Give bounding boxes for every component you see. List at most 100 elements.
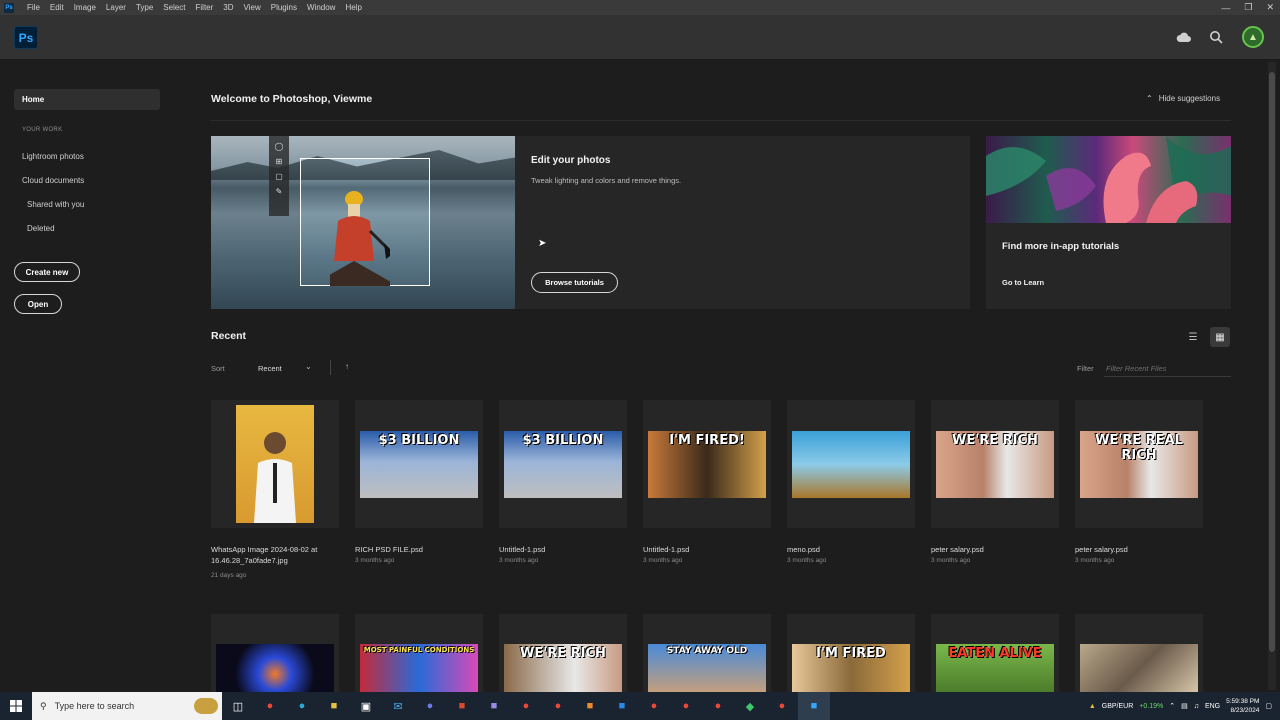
file-thumbnail[interactable]: WE'RE RICH [499,614,627,692]
file-name[interactable]: Untitled-1.psd [643,544,771,555]
office-icon[interactable]: ■ [446,692,478,720]
create-new-button[interactable]: Create new [14,262,80,282]
open-button[interactable]: Open [14,294,62,314]
discord-icon[interactable]: ● [414,692,446,720]
menu-view[interactable]: View [239,3,266,12]
premiere-icon[interactable]: ■ [478,692,510,720]
menu-help[interactable]: Help [340,3,366,12]
menu-type[interactable]: Type [131,3,158,12]
file-name[interactable]: Untitled-1.psd [499,544,627,555]
file-explorer-icon[interactable]: ■ [318,692,350,720]
recent-title: Recent [211,330,247,342]
app-icon[interactable]: ■ [574,692,606,720]
taskbar-search-input[interactable]: ⚲ Type here to search [32,692,222,720]
avatar[interactable]: ▲ [1242,26,1264,48]
menu-select[interactable]: Select [158,3,190,12]
search-icon[interactable] [1206,27,1226,47]
scrollbar-thumb[interactable] [1269,72,1275,652]
edge-icon[interactable]: ● [286,692,318,720]
file-name[interactable]: RICH PSD FILE.psd [355,544,483,555]
sidebar-item-lightroom-photos[interactable]: Lightroom photos [22,152,84,161]
store-icon[interactable]: ▣ [350,692,382,720]
cloud-icon[interactable] [1174,27,1194,47]
file-thumbnail[interactable]: STAY AWAY OLD [643,614,771,692]
photoshop-logo[interactable]: Ps [14,26,38,49]
brush-tool-icon[interactable]: ✎ [269,187,289,196]
frame-tool-icon[interactable]: ▢ [269,172,289,181]
lang-indicator[interactable]: ENG [1205,703,1220,710]
chrome-icon[interactable]: ● [670,692,702,720]
menu-filter[interactable]: Filter [191,3,219,12]
file-thumbnail[interactable] [211,614,339,692]
photoshop-taskbar-icon[interactable]: ■ [798,692,830,720]
grid-view-icon[interactable]: ▦ [1210,327,1230,347]
menu-image[interactable]: Image [69,3,101,12]
app-icon[interactable]: ■ [606,692,638,720]
filter-input[interactable] [1104,360,1231,377]
vertical-scrollbar[interactable] [1268,62,1276,690]
file-thumbnail[interactable] [1075,614,1203,692]
sidebar-item-home[interactable]: Home [14,89,160,110]
close-icon[interactable]: ✕ [1266,2,1274,13]
sort-direction-arrow-icon[interactable]: ↑ [345,362,349,371]
task-view-icon[interactable]: ◫ [222,692,254,720]
chrome-icon[interactable]: ● [766,692,798,720]
page-title: Welcome to Photoshop, Viewme [211,93,373,105]
thumbnail-caption: WE'RE REAL RICH [1095,432,1183,463]
taskbar-search-placeholder: Type here to search [54,701,135,711]
file-thumbnail[interactable]: $3 BILLION [499,400,627,528]
file-name[interactable]: peter salary.psd [931,544,1059,555]
menu-edit[interactable]: Edit [45,3,69,12]
menu-file[interactable]: File [22,3,45,12]
thumbnail-image [1080,644,1198,692]
browse-tutorials-button[interactable]: Browse tutorials [531,272,618,293]
file-name[interactable]: WhatsApp Image 2024-08-02 at 16.46.28_7a… [211,544,339,566]
chrome-icon[interactable]: ● [542,692,574,720]
restore-icon[interactable]: ❐ [1244,2,1252,13]
clock-date: 8/23/2024 [1230,707,1260,714]
chevron-up-icon[interactable]: ⌃ [1169,702,1175,710]
sidebar-item-deleted[interactable]: Deleted [27,224,55,233]
sort-select[interactable]: Recent [258,364,282,373]
app-header: Ps ▲ [0,15,1280,60]
crop-tool-icon[interactable]: ⊞ [269,157,289,166]
menu-3d[interactable]: 3D [218,3,238,12]
chrome-icon[interactable]: ● [638,692,670,720]
file-thumbnail[interactable]: WE'RE RICH [931,400,1059,528]
file-name[interactable]: meno.psd [787,544,915,555]
menu-layer[interactable]: Layer [101,3,131,12]
file-thumbnail[interactable] [787,400,915,528]
clock[interactable]: 5:59:38 PM 8/23/2024 [1226,697,1259,715]
file-thumbnail[interactable]: $3 BILLION [355,400,483,528]
file-name[interactable]: peter salary.psd [1075,544,1203,555]
file-thumbnail[interactable]: WE'RE REAL RICH [1075,400,1203,528]
chrome-icon[interactable]: ● [254,692,286,720]
app-icon[interactable]: ◆ [734,692,766,720]
file-thumbnail[interactable]: I'M FIRED! [643,400,771,528]
hide-suggestions-button[interactable]: ⌃ Hide suggestions [1146,94,1220,103]
network-icon[interactable]: ▤ [1181,702,1188,710]
go-to-learn-link[interactable]: Go to Learn [1002,278,1044,287]
thumbnail-caption: STAY AWAY OLD [666,646,748,656]
list-view-icon[interactable]: ☰ [1183,327,1203,347]
mail-icon[interactable]: ✉ [382,692,414,720]
notification-icon[interactable]: ▢ [1265,702,1272,710]
menu-plugins[interactable]: Plugins [266,3,302,12]
sidebar-item-cloud-documents[interactable]: Cloud documents [22,176,84,185]
sidebar-item-shared-with-you[interactable]: Shared with you [27,200,84,209]
learn-card: Find more in-app tutorials Go to Learn [986,136,1231,309]
file-thumbnail[interactable]: EATEN ALIVE [931,614,1059,692]
chrome-icon[interactable]: ● [510,692,542,720]
file-thumbnail[interactable]: MOST PAINFUL CONDITIONS [355,614,483,692]
cursor-icon: ➤ [538,238,547,249]
minimize-icon[interactable]: — [1221,3,1230,13]
windows-start-icon[interactable] [0,692,32,720]
lasso-tool-icon[interactable]: ◯ [269,142,289,151]
volume-icon[interactable]: ♫ [1194,703,1199,710]
menu-window[interactable]: Window [302,3,340,12]
thumbnail-image: WE'RE REAL RICH [1080,430,1198,498]
file-thumbnail[interactable]: I'M FIRED [787,614,915,692]
file-thumbnail[interactable] [211,400,339,528]
chevron-down-icon[interactable]: ⌄ [305,362,312,371]
chrome-icon[interactable]: ● [702,692,734,720]
